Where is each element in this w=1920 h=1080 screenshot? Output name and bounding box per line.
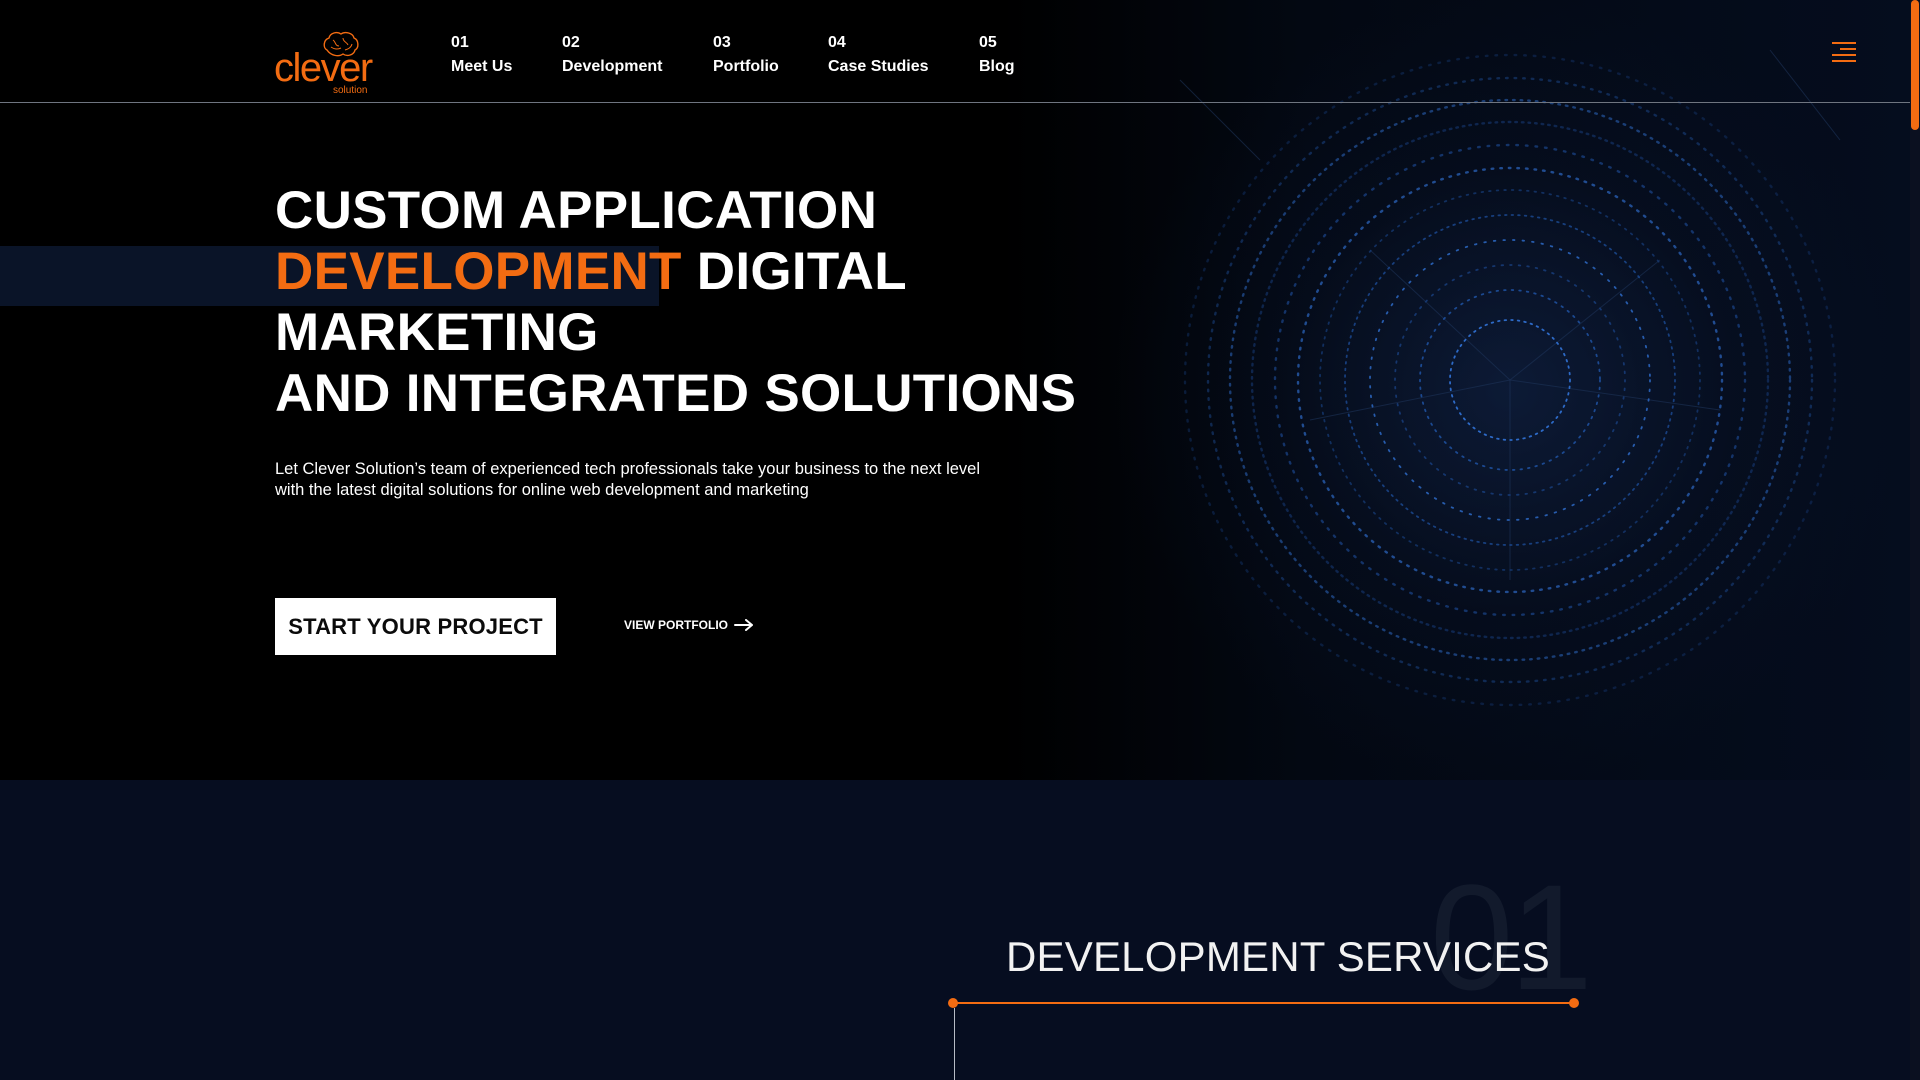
hero-section: CUSTOM APPLICATION DEVELOPMENT DIGITAL M…	[0, 0, 1920, 780]
scrollbar-thumb[interactable]	[1911, 0, 1919, 130]
start-project-button[interactable]: START YOUR PROJECT	[275, 598, 556, 655]
headline-line-4: AND INTEGRATED SOLUTIONS	[275, 364, 1077, 423]
services-timeline	[948, 998, 1584, 1080]
nav-label: Portfolio	[713, 58, 779, 75]
timeline-dot-end	[1569, 998, 1579, 1008]
nav-label: Meet Us	[451, 58, 513, 75]
nav-label: Development	[562, 58, 663, 75]
nav-item-portfolio[interactable]: 03 Portfolio	[713, 33, 779, 78]
nav-item-development[interactable]: 02 Development	[562, 33, 662, 78]
hamburger-menu-icon[interactable]	[1826, 42, 1856, 62]
hero-headline: CUSTOM APPLICATION DEVELOPMENT DIGITAL M…	[275, 180, 1076, 424]
nav-label: Blog	[979, 58, 1015, 75]
page-scrollbar[interactable]	[1910, 0, 1920, 1080]
nav-item-case-studies[interactable]: 04 Case Studies	[828, 33, 928, 78]
nav-number: 01	[451, 34, 469, 51]
nav-item-blog[interactable]: 05 Blog	[979, 33, 1015, 78]
headline-line-1: CUSTOM APPLICATION	[275, 181, 878, 240]
headline-highlight-word: DEVELOPMENT	[275, 242, 682, 301]
top-navigation: clever solution 01 Meet Us 02 Developmen…	[0, 0, 1920, 103]
logo-subtitle: solution	[333, 85, 368, 96]
nav-number: 02	[562, 34, 580, 51]
headline-line-2-rest: DIGITAL	[696, 242, 907, 301]
view-portfolio-link[interactable]: VIEW PORTFOLIO	[624, 618, 754, 632]
nav-item-meet-us[interactable]: 01 Meet Us	[451, 33, 512, 78]
services-title: DEVELOPMENT SERVICES	[1006, 933, 1550, 980]
timeline-vertical-line	[954, 1008, 955, 1080]
timeline-dot-start	[948, 998, 958, 1008]
timeline-line	[954, 1002, 1574, 1004]
nav-label: Case Studies	[828, 58, 929, 75]
headline-line-3: MARKETING	[275, 303, 599, 362]
nav-number: 05	[979, 34, 997, 51]
hero-description: Let Clever Solution’s team of experience…	[275, 460, 981, 499]
arrow-right-icon	[734, 619, 753, 631]
brand-logo[interactable]: clever solution	[274, 30, 374, 100]
view-portfolio-label: VIEW PORTFOLIO	[624, 618, 728, 632]
logo-wordmark: clever	[274, 46, 373, 90]
radial-dots-graphic	[1179, 49, 1841, 707]
nav-number: 03	[713, 34, 731, 51]
nav-number: 04	[828, 34, 846, 51]
